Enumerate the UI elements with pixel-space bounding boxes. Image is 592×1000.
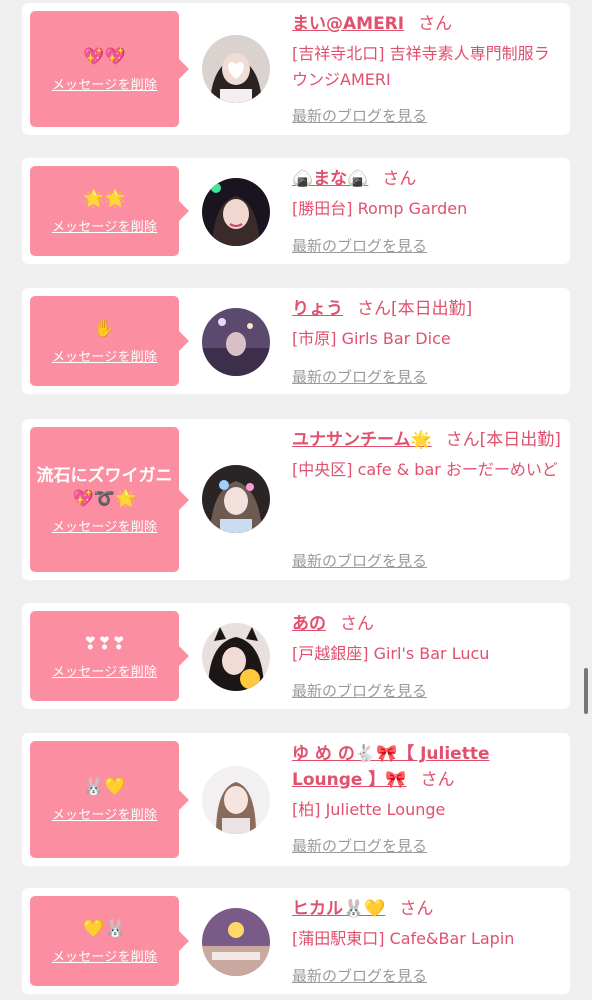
delete-message-link[interactable]: メッセージを削除 <box>52 804 157 823</box>
avatar[interactable] <box>202 35 270 103</box>
message-bubble: 💖💖 メッセージを削除 <box>30 11 189 127</box>
message-card: 💖💖 メッセージを削除 まい@AMERI さん [吉祥寺北口] 吉祥寺素人専門制服… <box>22 3 570 135</box>
user-name-link[interactable]: りょう <box>292 299 343 319</box>
message-bubble: 🐰💛 メッセージを削除 <box>30 741 189 858</box>
message-card: 流石にズワイガニ 💖➰🌟 メッセージを削除 ユナサンチーム🌟 さん[本日出勤] [… <box>22 419 570 580</box>
item-info: 🍙まな🍙 さん [勝田台] Romp Garden <box>292 166 562 222</box>
message-bubble: ✋ メッセージを削除 <box>30 296 189 386</box>
girl-cat-ears-avatar <box>202 623 270 691</box>
message-card: 🌟🌟 メッセージを削除 🍙まな🍙 さん [勝田台] Romp Garden 最新の… <box>22 158 570 264</box>
latest-blog-link[interactable]: 最新のブログを見る <box>292 965 427 986</box>
message-card: 💛🐰 メッセージを削除 ヒカル🐰💛 さん [蒲田駅東口] Cafe&Bar Lap… <box>22 888 570 994</box>
user-name-link[interactable]: ユナサンチーム🌟 <box>292 430 432 450</box>
bar-interior-avatar <box>202 308 270 376</box>
latest-blog-link[interactable]: 最新のブログを見る <box>292 550 427 571</box>
shop-name: [戸越銀座] Girl's Bar Lucu <box>292 644 490 663</box>
item-info: ゆ め の🐇🎀【 Juliette Lounge 】🎀 さん [柏] Juliet… <box>292 741 562 823</box>
item-info: まい@AMERI さん [吉祥寺北口] 吉祥寺素人専門制服ラウンジAMERI <box>292 11 562 93</box>
delete-message-link[interactable]: メッセージを削除 <box>52 216 157 235</box>
message-bubble: ❣❣❣ メッセージを削除 <box>30 611 189 701</box>
delete-message-link[interactable]: メッセージを削除 <box>52 516 157 535</box>
latest-blog-link[interactable]: 最新のブログを見る <box>292 105 427 126</box>
item-info: あの さん [戸越銀座] Girl's Bar Lucu <box>292 611 562 667</box>
message-text: 流石にズワイガニ <box>36 466 173 486</box>
item-info: ヒカル🐰💛 さん [蒲田駅東口] Cafe&Bar Lapin <box>292 896 562 952</box>
shop-name: [柏] Juliette Lounge <box>292 800 446 819</box>
girl-selfie-avatar <box>202 178 270 246</box>
shop-name: [市原] Girls Bar Dice <box>292 329 451 348</box>
message-emojis: 🐰💛 <box>83 777 126 797</box>
user-name-link[interactable]: 🍙まな🍙 <box>292 169 368 189</box>
status-text: [本日出勤] <box>479 430 561 450</box>
delete-message-link[interactable]: メッセージを削除 <box>52 946 157 965</box>
message-emojis: ❣❣❣ <box>83 633 126 654</box>
honorific: さん <box>357 299 391 319</box>
avatar[interactable] <box>202 178 270 246</box>
delete-message-link[interactable]: メッセージを削除 <box>52 661 157 680</box>
honorific: さん <box>382 169 417 189</box>
delete-message-link[interactable]: メッセージを削除 <box>52 346 157 365</box>
message-emojis: 🌟🌟 <box>83 188 126 209</box>
shop-name: [中央区] cafe & bar おーだーめいど <box>292 460 558 479</box>
message-bubble: 流石にズワイガニ 💖➰🌟 メッセージを削除 <box>30 427 189 572</box>
latest-blog-link[interactable]: 最新のブログを見る <box>292 835 427 856</box>
avatar[interactable] <box>202 308 270 376</box>
avatar[interactable] <box>202 908 270 976</box>
user-name-link[interactable]: あの <box>292 614 326 634</box>
message-card: ❣❣❣ メッセージを削除 あの さん [戸越銀座] Girl's Bar Lucu… <box>22 603 570 709</box>
user-name-link[interactable]: ゆ め の🐇🎀【 Juliette Lounge 】🎀 <box>292 744 489 790</box>
latest-blog-link[interactable]: 最新のブログを見る <box>292 680 427 701</box>
girl-with-heart-face-avatar <box>202 35 270 103</box>
item-info: りょう さん[本日出勤] [市原] Girls Bar Dice <box>292 296 562 352</box>
item-info: ユナサンチーム🌟 さん[本日出勤] [中央区] cafe & bar おーだーめい… <box>292 427 562 483</box>
avatar[interactable] <box>202 766 270 834</box>
message-bubble: 🌟🌟 メッセージを削除 <box>30 166 189 256</box>
message-emojis: 💖➰🌟 <box>72 489 137 509</box>
message-emojis: 💛🐰 <box>83 918 126 939</box>
honorific: さん <box>445 430 480 450</box>
delete-message-link[interactable]: メッセージを削除 <box>52 74 157 93</box>
honorific: さん <box>399 899 434 919</box>
user-name-link[interactable]: ヒカル🐰💛 <box>292 899 385 919</box>
user-name-link[interactable]: まい@AMERI <box>292 14 404 34</box>
scrollbar[interactable] <box>584 668 588 714</box>
avatar[interactable] <box>202 465 270 533</box>
message-card: 🐰💛 メッセージを削除 ゆ め の🐇🎀【 Juliette Lounge 】🎀 さ… <box>22 733 570 866</box>
shop-name: [蒲田駅東口] Cafe&Bar Lapin <box>292 929 515 948</box>
status-text: [本日出勤] <box>391 299 473 319</box>
message-card: ✋ メッセージを削除 りょう さん[本日出勤] [市原] Girls Bar Di… <box>22 288 570 394</box>
shop-name: [吉祥寺北口] 吉祥寺素人専門制服ラウンジAMERI <box>292 44 550 89</box>
shop-name: [勝田台] Romp Garden <box>292 199 468 218</box>
avatar[interactable] <box>202 623 270 691</box>
honorific: さん <box>418 14 453 34</box>
honorific: さん <box>340 614 374 634</box>
girl-with-stickers-avatar <box>202 465 270 533</box>
honorific: さん <box>420 770 455 790</box>
latest-blog-link[interactable]: 最新のブログを見る <box>292 366 427 387</box>
girl-portrait-avatar <box>202 766 270 834</box>
message-bubble: 💛🐰 メッセージを削除 <box>30 896 189 986</box>
cafe-interior-avatar <box>202 908 270 976</box>
latest-blog-link[interactable]: 最新のブログを見る <box>292 235 427 256</box>
message-emojis: ✋ <box>93 318 116 339</box>
message-emojis: 💖💖 <box>83 46 126 67</box>
